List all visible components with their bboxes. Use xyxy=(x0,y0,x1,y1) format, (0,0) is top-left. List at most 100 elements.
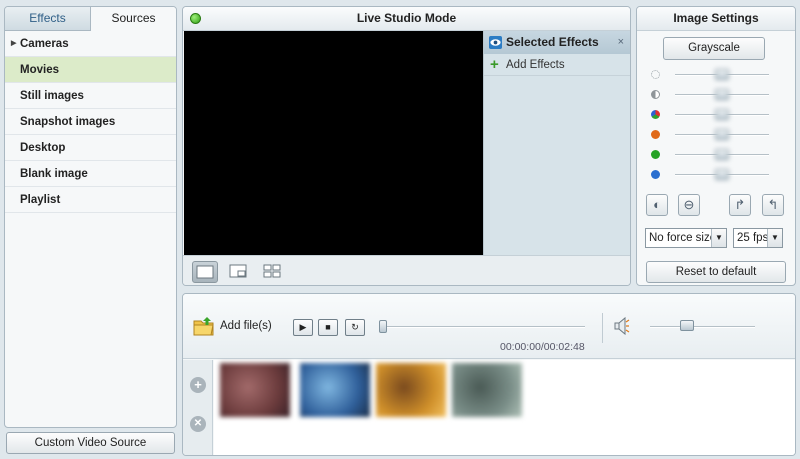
red-dot-icon xyxy=(651,130,660,139)
rotate-left-icon: ↰ xyxy=(767,197,779,212)
playlist-actions: + ✕ xyxy=(183,360,213,455)
play-icon: ▶ xyxy=(299,322,307,332)
play-button[interactable]: ▶ xyxy=(293,319,313,336)
chevron-down-icon: ▼ xyxy=(767,229,782,247)
single-view-button[interactable] xyxy=(192,261,218,283)
image-settings-titlebar: Image Settings xyxy=(637,7,795,31)
live-studio-panel: Live Studio Mode Selected Effects × + Ad… xyxy=(182,6,631,286)
player-controls: Add file(s) ▶ ■ ↻ 00:00:00/00:02:48 xyxy=(183,294,795,359)
blue-dot-icon xyxy=(651,170,660,179)
sources-panel: Effects Sources ▶ Cameras Movies Still im… xyxy=(4,6,177,428)
force-size-select[interactable]: No force size ▼ xyxy=(645,228,727,248)
playlist-thumbnail[interactable] xyxy=(300,363,370,417)
playlist-thumbnails xyxy=(214,360,795,455)
plus-icon: + xyxy=(194,377,202,392)
source-item-still-images[interactable]: Still images xyxy=(5,83,176,109)
volume-slider[interactable] xyxy=(650,326,755,328)
source-item-snapshot-images[interactable]: Snapshot images xyxy=(5,109,176,135)
expand-arrow-icon[interactable]: ▶ xyxy=(11,31,16,57)
remove-icon: ✕ xyxy=(193,418,203,429)
source-item-blank-image[interactable]: Blank image xyxy=(5,161,176,187)
slider-handle[interactable] xyxy=(715,149,729,160)
custom-video-source-button[interactable]: Custom Video Source xyxy=(6,432,175,454)
reset-to-default-button[interactable]: Reset to default xyxy=(646,261,786,283)
flip-vertical-button[interactable]: ⊖ xyxy=(678,194,700,216)
stop-button[interactable]: ■ xyxy=(318,319,338,336)
add-to-playlist-button[interactable]: + xyxy=(190,377,206,393)
rgb-icon xyxy=(651,110,660,119)
flip-vertical-icon: ⊖ xyxy=(683,197,695,212)
rotate-right-icon: ↱ xyxy=(734,197,746,212)
rotate-left-button[interactable]: ↰ xyxy=(762,194,784,216)
add-effects-label: Add Effects xyxy=(506,59,565,71)
grid-view-icon xyxy=(263,264,281,278)
playlist-thumbnail[interactable] xyxy=(220,363,290,417)
selected-effects-pane: Selected Effects × + Add Effects xyxy=(483,31,630,255)
flip-horizontal-icon: ◐ xyxy=(653,197,661,212)
video-preview[interactable] xyxy=(184,31,483,255)
slider-handle[interactable] xyxy=(715,109,729,120)
fps-select[interactable]: 25 fps ▼ xyxy=(733,228,783,248)
source-item-desktop[interactable]: Desktop xyxy=(5,135,176,161)
live-studio-title: Live Studio Mode xyxy=(356,11,457,25)
selected-effects-header: Selected Effects × xyxy=(484,31,630,54)
stop-icon: ■ xyxy=(325,322,331,332)
playback-time: 00:00:00/00:02:48 xyxy=(500,341,585,353)
blue-slider[interactable] xyxy=(651,167,771,183)
grid-view-button[interactable] xyxy=(260,261,286,283)
source-item-playlist[interactable]: Playlist xyxy=(5,187,176,213)
slider-handle[interactable] xyxy=(715,89,729,100)
force-size-value: No force size xyxy=(649,232,717,244)
rotate-right-button[interactable]: ↱ xyxy=(729,194,751,216)
playlist-thumbnail[interactable] xyxy=(376,363,446,417)
repeat-button[interactable]: ↻ xyxy=(345,319,365,336)
source-item-label: Playlist xyxy=(20,194,61,206)
source-item-label: Cameras xyxy=(20,38,69,50)
seek-bar[interactable] xyxy=(382,326,585,328)
tab-sources[interactable]: Sources xyxy=(91,7,176,31)
saturation-slider[interactable] xyxy=(651,107,771,123)
pip-view-button[interactable] xyxy=(226,261,252,283)
divider xyxy=(602,313,603,343)
source-item-label: Still images xyxy=(20,90,84,102)
selected-effects-title: Selected Effects xyxy=(506,35,599,49)
speaker-icon[interactable] xyxy=(614,316,630,336)
chevron-down-icon: ▼ xyxy=(711,229,726,247)
green-slider[interactable] xyxy=(651,147,771,163)
remove-from-playlist-button[interactable]: ✕ xyxy=(190,416,206,432)
source-item-label: Snapshot images xyxy=(20,116,116,128)
add-effects-button[interactable]: + Add Effects xyxy=(484,54,630,76)
player-panel: Add file(s) ▶ ■ ↻ 00:00:00/00:02:48 + ✕ xyxy=(182,293,796,456)
green-dot-icon xyxy=(651,150,660,159)
slider-handle[interactable] xyxy=(715,129,729,140)
flip-horizontal-button[interactable]: ◐ xyxy=(646,194,668,216)
contrast-icon xyxy=(651,90,660,99)
slider-handle[interactable] xyxy=(715,69,729,80)
seek-handle[interactable] xyxy=(379,320,387,333)
panel-tabs: Effects Sources xyxy=(5,7,176,31)
source-item-label: Desktop xyxy=(20,142,66,154)
sources-list: ▶ Cameras Movies Still images Snapshot im… xyxy=(5,31,176,213)
eye-icon[interactable] xyxy=(489,36,502,49)
live-studio-titlebar: Live Studio Mode xyxy=(183,7,630,31)
grayscale-button[interactable]: Grayscale xyxy=(663,37,765,60)
image-settings-panel: Image Settings Grayscale ◐ ⊖ ↱ ↰ No forc… xyxy=(636,6,796,286)
red-slider[interactable] xyxy=(651,127,771,143)
add-file-folder-icon[interactable] xyxy=(193,316,215,336)
volume-handle[interactable] xyxy=(679,320,694,331)
close-icon[interactable]: × xyxy=(618,31,624,54)
brightness-slider[interactable] xyxy=(651,67,771,83)
source-item-cameras[interactable]: ▶ Cameras xyxy=(5,31,176,57)
playlist-thumbnail[interactable] xyxy=(452,363,522,417)
slider-handle[interactable] xyxy=(715,169,729,180)
source-item-label: Blank image xyxy=(20,168,88,180)
picture-in-picture-icon xyxy=(229,264,247,278)
fps-value: 25 fps xyxy=(737,232,769,244)
repeat-icon: ↻ xyxy=(351,322,359,332)
add-files-button[interactable]: Add file(s) xyxy=(220,320,272,332)
sun-icon xyxy=(651,70,660,79)
source-item-movies[interactable]: Movies xyxy=(5,57,176,83)
live-status-icon xyxy=(190,13,201,24)
tab-effects[interactable]: Effects xyxy=(5,7,91,30)
contrast-slider[interactable] xyxy=(651,87,771,103)
